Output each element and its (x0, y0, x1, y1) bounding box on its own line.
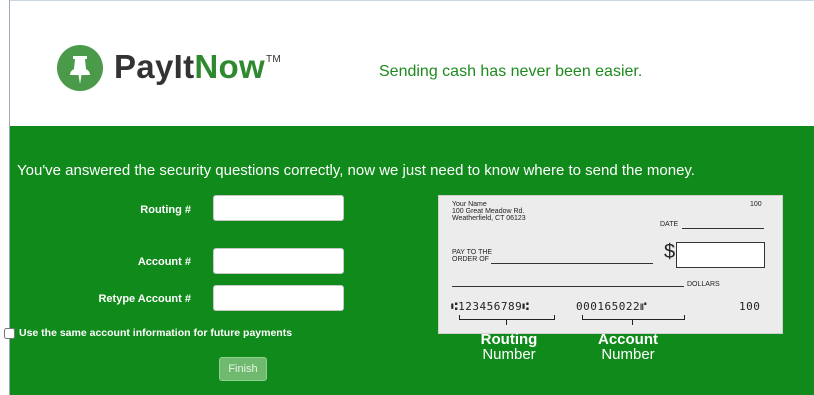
sample-check: Your Name 100 Great Meadow Rd. Weatherfi… (438, 195, 783, 334)
account-bracket-tick (632, 320, 633, 325)
routing-legend-title: Routing (480, 331, 538, 348)
check-dollars-label: DOLLARS (687, 281, 720, 288)
account-bracket (582, 315, 685, 320)
micr-account-number: 000165022⑈ (576, 300, 648, 313)
pushpin-icon (57, 45, 103, 91)
check-pay-to-line2: ORDER OF (452, 256, 489, 263)
brand-now: Now (194, 48, 265, 85)
intro-message: You've answered the security questions c… (17, 162, 695, 179)
brand-it: It (173, 48, 195, 85)
retype-account-input[interactable] (213, 285, 344, 311)
save-account-option[interactable]: Use the same account information for fut… (4, 327, 292, 339)
save-account-label: Use the same account information for fut… (19, 327, 293, 339)
tagline: Sending cash has never been easier. (379, 63, 643, 80)
check-payee-line (491, 263, 653, 264)
routing-bracket (459, 315, 555, 320)
account-legend-sub: Number (601, 346, 655, 363)
routing-label: Routing # (140, 204, 191, 216)
payment-panel: You've answered the security questions c… (4, 126, 814, 395)
check-date-line (682, 228, 764, 229)
routing-legend-sub: Number (482, 346, 536, 363)
routing-bracket-tick (506, 320, 507, 325)
micr-check-number: 100 (739, 300, 761, 313)
micr-routing-number: ⑆123456789⑆ (451, 300, 530, 313)
brand-logo: PayItNowTM (114, 48, 281, 86)
account-legend-title: Account (598, 331, 658, 348)
account-input[interactable] (213, 248, 344, 274)
finish-button[interactable]: Finish (219, 357, 267, 381)
check-number: 100 (750, 201, 762, 208)
brand-pay: Pay (114, 48, 174, 85)
check-dollars-line (452, 286, 684, 287)
check-address-line2: Weatherfield, CT 06123 (452, 215, 526, 222)
save-account-checkbox[interactable] (4, 327, 15, 339)
check-date-label: DATE (660, 221, 679, 228)
brand-trademark: TM (265, 54, 281, 65)
routing-input[interactable] (213, 195, 344, 221)
check-amount-box (676, 242, 765, 268)
site-header: PayItNowTM Sending cash has never been e… (10, 1, 814, 126)
account-label: Account # (137, 256, 191, 268)
retype-account-label: Retype Account # (98, 293, 191, 305)
check-dollar-sign: $ (664, 241, 676, 263)
